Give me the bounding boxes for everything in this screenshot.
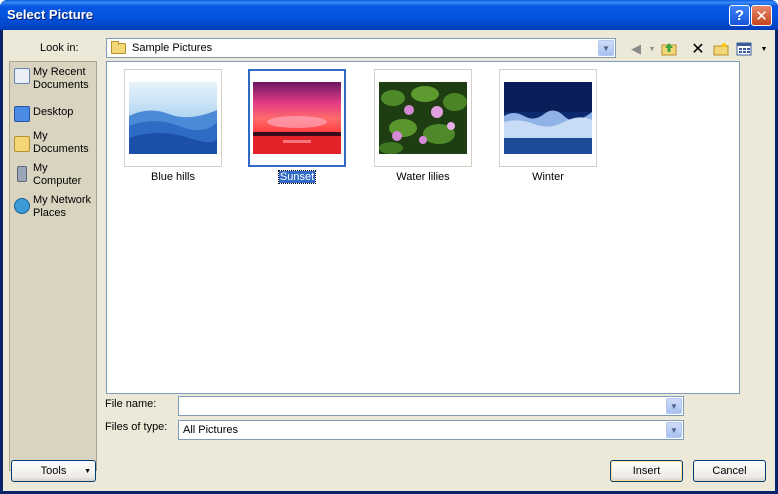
file-label[interactable]: Water lilies <box>374 171 472 183</box>
window-title: Select Picture <box>7 7 93 22</box>
help-button[interactable]: ? <box>729 5 750 26</box>
winter-image <box>504 82 592 154</box>
look-in-label: Look in: <box>40 42 79 54</box>
recent-documents-icon <box>14 68 30 84</box>
sidebar-item-label: My Network Places <box>33 194 92 219</box>
look-in-value: Sample Pictures <box>132 42 213 54</box>
thumbnail-water-lilies[interactable] <box>374 69 472 167</box>
help-icon: ? <box>734 7 745 24</box>
places-bar: My Recent Documents Desktop My Documents… <box>9 61 97 471</box>
file-label-selected[interactable]: Sunset <box>248 170 346 184</box>
water-lilies-image <box>379 82 467 154</box>
sidebar-item-label: My Recent Documents <box>33 66 89 91</box>
look-in-combo[interactable]: Sample Pictures ▼ <box>106 38 616 58</box>
chevron-down-icon[interactable]: ▼ <box>666 422 682 438</box>
chevron-down-icon: ▼ <box>84 468 91 475</box>
title-bar[interactable]: Select Picture ? ✕ <box>0 0 778 30</box>
up-one-level-icon[interactable] <box>660 40 678 58</box>
sidebar-item-label: My Documents <box>33 130 89 155</box>
chevron-down-icon[interactable]: ▼ <box>666 398 682 414</box>
files-of-type-label: Files of type: <box>105 421 168 433</box>
thumbnail-winter[interactable] <box>499 69 597 167</box>
cancel-button[interactable]: Cancel <box>693 460 766 482</box>
file-list[interactable]: Blue hills Sunset Water lilies Winter <box>106 61 740 394</box>
sidebar-item-label: Desktop <box>33 106 74 118</box>
views-dropdown-icon[interactable]: ▼ <box>755 40 773 58</box>
thumbnail-sunset[interactable] <box>248 69 346 167</box>
file-label[interactable]: Winter <box>499 171 597 183</box>
chevron-down-icon[interactable]: ▼ <box>598 40 614 56</box>
close-icon: ✕ <box>755 7 768 25</box>
back-dropdown-icon[interactable]: ▼ <box>643 40 661 58</box>
files-of-type-value: All Pictures <box>183 424 239 436</box>
cancel-label: Cancel <box>712 465 747 477</box>
folder-icon <box>111 41 126 54</box>
sidebar-item-recent-documents[interactable]: My Recent Documents <box>10 66 98 96</box>
close-button[interactable]: ✕ <box>751 5 772 26</box>
insert-button[interactable]: Insert <box>610 460 683 482</box>
desktop-icon <box>14 106 30 122</box>
file-name-input[interactable]: ▼ <box>178 396 684 416</box>
insert-label: Insert <box>632 465 661 477</box>
sidebar-item-my-documents[interactable]: My Documents <box>10 130 98 160</box>
file-label[interactable]: Blue hills <box>124 171 222 183</box>
new-folder-icon[interactable] <box>712 40 730 58</box>
tools-label: Tools <box>40 465 67 477</box>
network-places-icon <box>14 198 30 214</box>
file-name-label: File name: <box>105 398 157 410</box>
sidebar-item-my-computer[interactable]: My Computer <box>10 162 98 192</box>
views-icon[interactable] <box>735 40 753 58</box>
sidebar-item-network-places[interactable]: My Network Places <box>10 194 98 224</box>
sunset-image <box>253 82 341 154</box>
delete-icon[interactable]: ✕ <box>689 40 707 58</box>
thumbnail-blue-hills[interactable] <box>124 69 222 167</box>
my-computer-icon <box>17 166 27 182</box>
select-picture-dialog: Select Picture ? ✕ Look in: Sample Pictu… <box>0 0 778 494</box>
files-of-type-select[interactable]: All Pictures ▼ <box>178 420 684 440</box>
sidebar-item-label: My Computer <box>33 162 82 187</box>
tools-button[interactable]: Tools ▼ <box>11 460 96 482</box>
my-documents-icon <box>14 136 30 152</box>
dialog-body: Look in: Sample Pictures ▼ ◀ ▼ ✕ ▼ My Re… <box>3 30 775 491</box>
blue-hills-image <box>129 82 218 154</box>
